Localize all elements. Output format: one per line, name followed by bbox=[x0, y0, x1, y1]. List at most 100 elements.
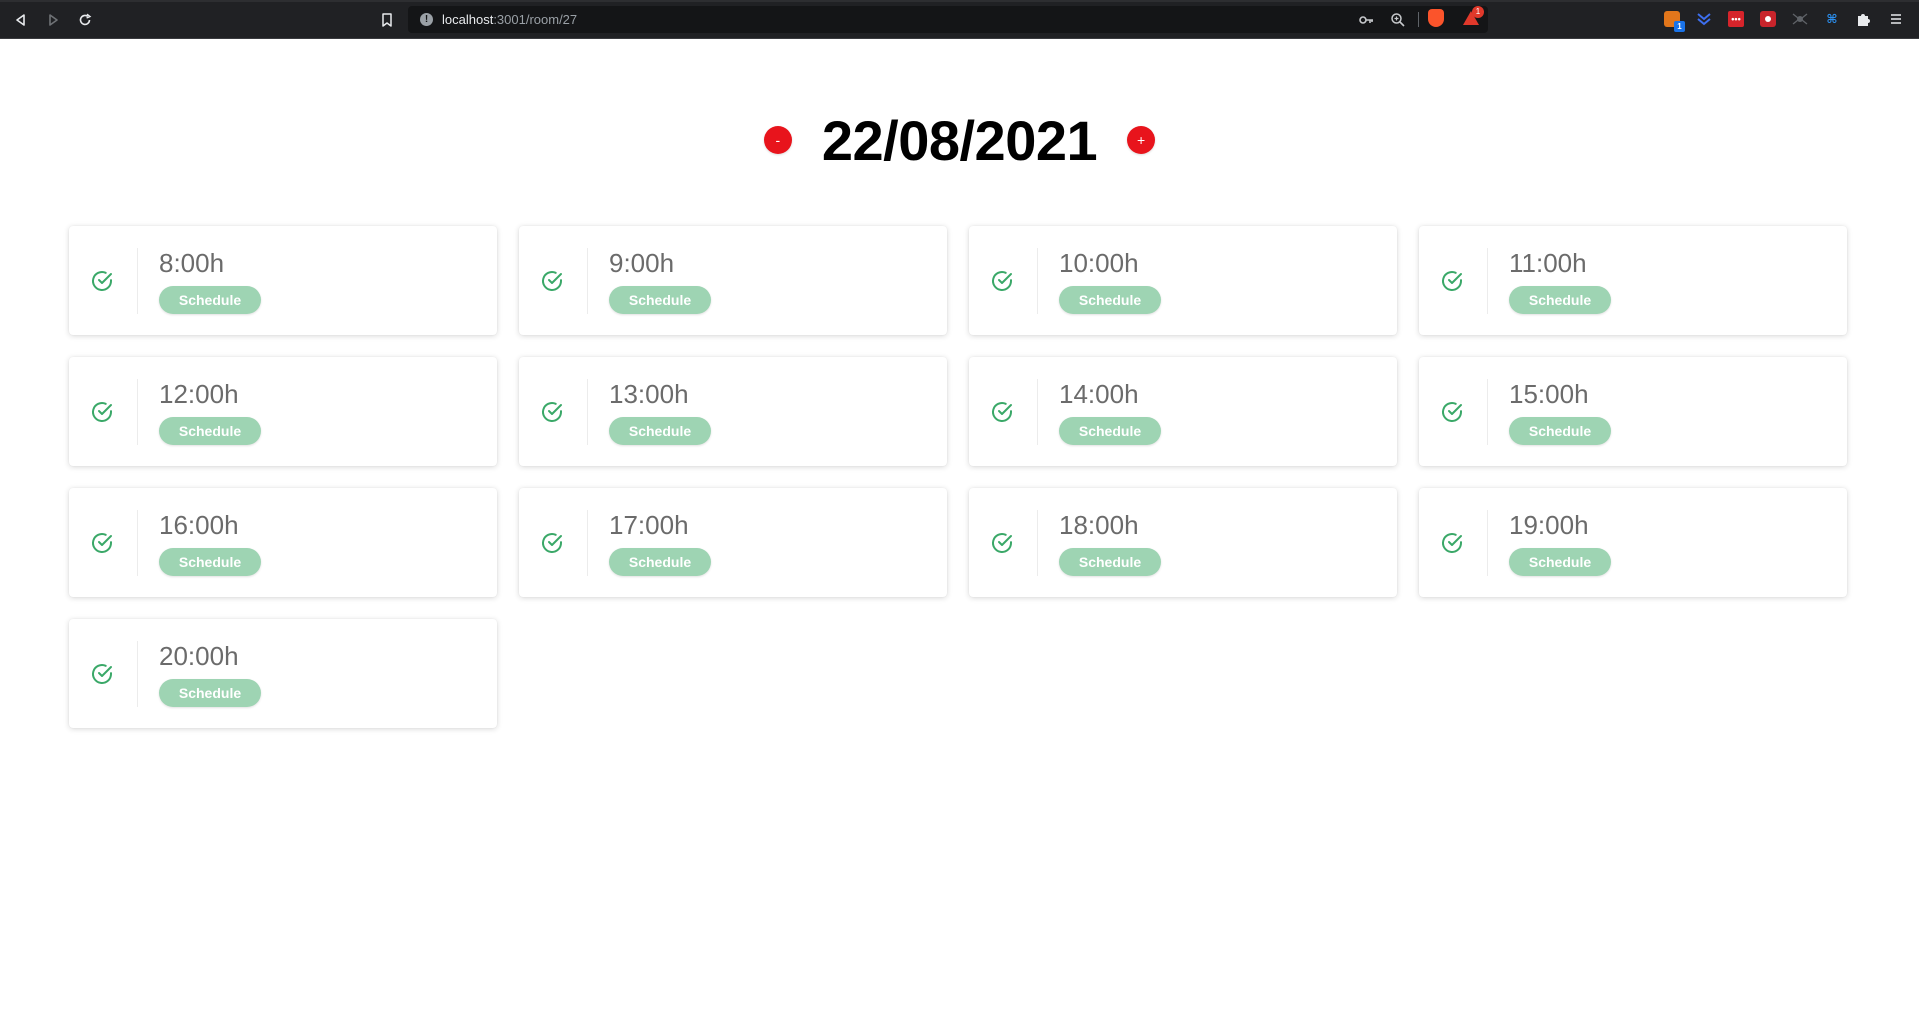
slot-time: 12:00h bbox=[159, 379, 239, 409]
url-text[interactable]: localhost:3001/room/27 bbox=[442, 12, 577, 27]
menu-hamburger-icon[interactable] bbox=[1888, 11, 1904, 27]
next-day-button[interactable]: + bbox=[1127, 126, 1156, 154]
slot-divider bbox=[587, 379, 588, 445]
slot-divider bbox=[587, 248, 588, 314]
time-slot-card: 20:00h Schedule bbox=[69, 619, 497, 728]
check-circle-icon bbox=[542, 533, 562, 553]
slot-divider bbox=[587, 510, 588, 576]
slot-divider bbox=[1487, 379, 1488, 445]
check-circle-icon bbox=[1442, 271, 1462, 291]
forward-arrow-icon bbox=[49, 14, 58, 26]
time-slot-grid: 8:00h Schedule 9:00h Schedule 10:00h Schedule… bbox=[69, 226, 1849, 728]
brave-rewards-button[interactable]: 1 bbox=[1462, 6, 1484, 26]
schedule-button[interactable]: Schedule bbox=[159, 286, 261, 314]
check-circle-icon bbox=[542, 271, 562, 291]
time-slot-card: 8:00h Schedule bbox=[69, 226, 497, 335]
reload-button[interactable] bbox=[75, 10, 95, 30]
time-slot-card: 11:00h Schedule bbox=[1419, 226, 1847, 335]
slot-divider bbox=[1487, 510, 1488, 576]
check-circle-icon bbox=[992, 402, 1012, 422]
check-circle-icon bbox=[92, 402, 112, 422]
time-slot-card: 14:00h Schedule bbox=[969, 357, 1397, 466]
back-arrow-icon bbox=[16, 14, 25, 26]
schedule-button[interactable]: Schedule bbox=[159, 548, 261, 576]
check-circle-icon bbox=[542, 402, 562, 422]
schedule-button[interactable]: Schedule bbox=[159, 417, 261, 445]
bookmark-icon bbox=[382, 13, 392, 27]
brave-shields-icon[interactable] bbox=[1428, 9, 1444, 27]
bookmark-button[interactable] bbox=[377, 10, 397, 30]
schedule-button[interactable]: Schedule bbox=[1059, 286, 1161, 314]
extension-badge: 1 bbox=[1674, 21, 1685, 32]
previous-day-button[interactable]: - bbox=[763, 126, 792, 154]
check-circle-icon bbox=[1442, 402, 1462, 422]
metamask-extension-icon[interactable]: 1 bbox=[1664, 11, 1685, 32]
slot-divider bbox=[1037, 379, 1038, 445]
check-circle-icon bbox=[92, 664, 112, 684]
slot-time: 9:00h bbox=[609, 248, 675, 278]
forward-button[interactable] bbox=[43, 10, 63, 30]
time-slot-card: 10:00h Schedule bbox=[969, 226, 1397, 335]
slot-time: 16:00h bbox=[159, 510, 239, 540]
time-slot-card: 18:00h Schedule bbox=[969, 488, 1397, 597]
extensions-puzzle-icon[interactable] bbox=[1856, 11, 1872, 27]
check-circle-icon bbox=[992, 271, 1012, 291]
schedule-button[interactable]: Schedule bbox=[609, 286, 711, 314]
schedule-button[interactable]: Schedule bbox=[1509, 417, 1611, 445]
schedule-button[interactable]: Schedule bbox=[1059, 548, 1161, 576]
slot-time: 19:00h bbox=[1509, 510, 1589, 540]
url-path: :3001/room/27 bbox=[493, 12, 578, 27]
slot-time: 20:00h bbox=[159, 641, 239, 671]
check-circle-icon bbox=[992, 533, 1012, 553]
check-circle-icon bbox=[92, 271, 112, 291]
schedule-button[interactable]: Schedule bbox=[609, 417, 711, 445]
rewards-badge: 1 bbox=[1472, 6, 1484, 18]
slot-divider bbox=[137, 379, 138, 445]
slot-time: 10:00h bbox=[1059, 248, 1139, 278]
password-key-icon[interactable] bbox=[1358, 12, 1374, 28]
schedule-button[interactable]: Schedule bbox=[159, 679, 261, 707]
url-host: localhost bbox=[442, 12, 494, 27]
check-circle-icon bbox=[1442, 533, 1462, 553]
schedule-button[interactable]: Schedule bbox=[609, 548, 711, 576]
slot-time: 18:00h bbox=[1059, 510, 1139, 540]
slot-time: 13:00h bbox=[609, 379, 689, 409]
double-chevron-extension-icon[interactable] bbox=[1696, 11, 1712, 27]
slot-divider bbox=[137, 641, 138, 707]
slot-time: 17:00h bbox=[609, 510, 689, 540]
schedule-button[interactable]: Schedule bbox=[1059, 417, 1161, 445]
red-extension-icon[interactable] bbox=[1760, 11, 1776, 27]
time-slot-card: 19:00h Schedule bbox=[1419, 488, 1847, 597]
time-slot-card: 9:00h Schedule bbox=[519, 226, 947, 335]
check-circle-icon bbox=[92, 533, 112, 553]
time-slot-card: 13:00h Schedule bbox=[519, 357, 947, 466]
time-slot-card: 15:00h Schedule bbox=[1419, 357, 1847, 466]
slot-time: 8:00h bbox=[159, 248, 225, 278]
url-divider bbox=[1418, 12, 1419, 27]
slot-divider bbox=[137, 248, 138, 314]
schedule-button[interactable]: Schedule bbox=[1509, 548, 1611, 576]
back-button[interactable] bbox=[11, 10, 31, 30]
reload-icon bbox=[79, 13, 92, 26]
slot-time: 11:00h bbox=[1509, 248, 1587, 278]
slot-time: 15:00h bbox=[1509, 379, 1589, 409]
tab-strip bbox=[0, 0, 1919, 2]
time-slot-card: 12:00h Schedule bbox=[69, 357, 497, 466]
zoom-icon[interactable] bbox=[1390, 12, 1406, 28]
lastpass-extension-icon[interactable]: ••• bbox=[1728, 11, 1744, 27]
address-bar[interactable]: ! localhost:3001/room/27 bbox=[408, 6, 1488, 33]
slot-divider bbox=[1487, 248, 1488, 314]
browser-toolbar: ! localhost:3001/room/27 1 1 ••• ⌘ bbox=[0, 0, 1919, 39]
time-slot-card: 16:00h Schedule bbox=[69, 488, 497, 597]
page-title-date: 22/08/2021 bbox=[821, 108, 1098, 172]
schedule-button[interactable]: Schedule bbox=[1509, 286, 1611, 314]
date-navigator: - 22/08/2021 + bbox=[0, 100, 1919, 180]
time-slot-card: 17:00h Schedule bbox=[519, 488, 947, 597]
slot-time: 14:00h bbox=[1059, 379, 1139, 409]
blue-extension-icon[interactable]: ⌘ bbox=[1824, 11, 1840, 27]
slot-divider bbox=[137, 510, 138, 576]
slot-divider bbox=[1037, 510, 1038, 576]
slot-divider bbox=[1037, 248, 1038, 314]
site-info-icon[interactable]: ! bbox=[420, 13, 433, 26]
spider-extension-icon[interactable] bbox=[1792, 11, 1808, 27]
